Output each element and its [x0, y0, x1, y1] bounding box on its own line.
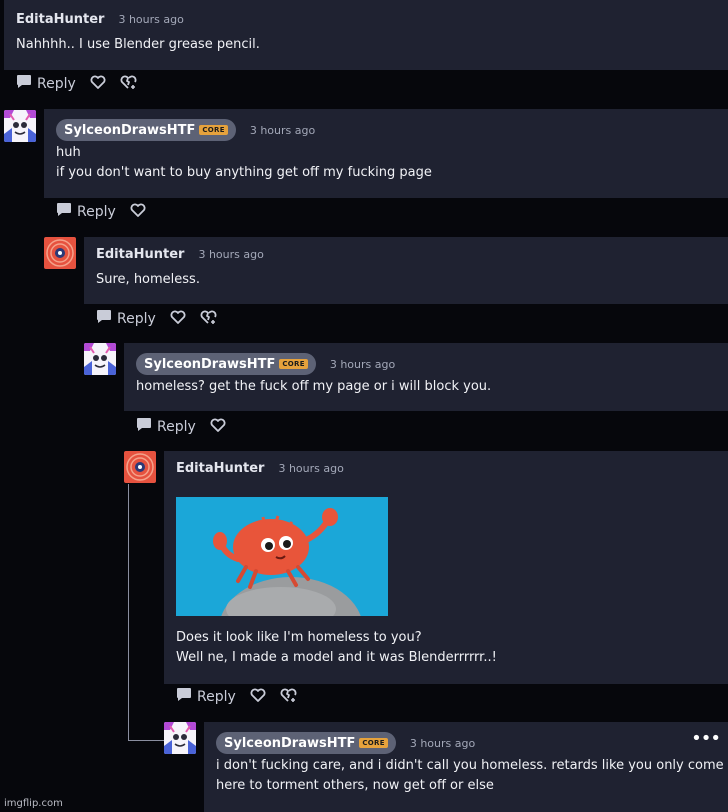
comment-card: SylceonDrawsHTF CORE 3 hours ago ••• i d… — [204, 722, 728, 812]
comment-time: 3 hours ago — [249, 123, 316, 137]
author-pill[interactable]: SylceonDrawsHTF CORE — [216, 732, 396, 754]
favourite-button[interactable] — [250, 688, 266, 706]
heart-icon — [170, 310, 186, 328]
favourite-button[interactable] — [130, 203, 146, 221]
comment-card: EditaHunter 3 hours ago Does it look lik… — [164, 451, 728, 684]
reply-label: Reply — [157, 418, 196, 435]
reply-button[interactable]: Reply — [96, 309, 156, 328]
comment-text: huh — [56, 145, 81, 160]
thread-line — [128, 740, 164, 741]
comment-actions: Reply — [56, 202, 146, 221]
heart-icon — [130, 203, 146, 221]
favourite-button[interactable] — [170, 310, 186, 328]
reply-label: Reply — [117, 310, 156, 327]
avatar[interactable] — [44, 237, 76, 269]
reply-button[interactable]: Reply — [136, 417, 196, 436]
broken-heart-icon — [200, 310, 217, 328]
comment-time: 3 hours ago — [198, 248, 264, 261]
broken-heart-button[interactable] — [280, 688, 297, 706]
broken-heart-button[interactable] — [200, 310, 217, 328]
comment-actions: Reply — [96, 309, 217, 328]
favourite-button[interactable] — [90, 75, 106, 93]
comment-card: SylceonDrawsHTF CORE 3 hours ago homeles… — [124, 343, 728, 411]
avatar[interactable] — [4, 110, 36, 142]
comment-text: here to torment others, now get off or e… — [216, 778, 494, 793]
comment-card: EditaHunter 3 hours ago Nahhhh.. I use B… — [4, 0, 728, 70]
comment-time: 3 hours ago — [278, 462, 344, 475]
core-badge: CORE — [279, 359, 308, 369]
comment-card: EditaHunter 3 hours ago Sure, homeless. — [84, 237, 728, 304]
broken-heart-icon — [120, 75, 137, 93]
more-options-button[interactable]: ••• — [691, 728, 721, 749]
avatar[interactable] — [124, 451, 156, 483]
comment-author: SylceonDrawsHTF — [64, 122, 196, 138]
speech-bubble-icon — [176, 687, 192, 706]
comment-author: SylceonDrawsHTF — [144, 356, 276, 372]
avatar[interactable] — [84, 343, 116, 375]
reply-label: Reply — [197, 688, 236, 705]
comment-time: 3 hours ago — [329, 357, 396, 371]
reply-label: Reply — [77, 203, 116, 220]
broken-heart-icon — [280, 688, 297, 706]
broken-heart-button[interactable] — [120, 75, 137, 93]
comment-actions: Reply — [176, 687, 297, 706]
heart-icon — [210, 418, 226, 436]
reply-label: Reply — [37, 75, 76, 92]
comment-text: i don't fucking care, and i didn't call … — [216, 758, 724, 773]
comment-actions: Reply — [136, 417, 226, 436]
thread-line — [128, 484, 129, 740]
heart-icon — [250, 688, 266, 706]
avatar[interactable] — [164, 722, 196, 754]
comment-text: Nahhhh.. I use Blender grease pencil. — [16, 37, 260, 52]
heart-icon — [90, 75, 106, 93]
speech-bubble-icon — [16, 74, 32, 93]
author-pill[interactable]: SylceonDrawsHTF CORE — [56, 119, 236, 141]
speech-bubble-icon — [56, 202, 72, 221]
comment-text: if you don't want to buy anything get of… — [56, 165, 432, 180]
reply-button[interactable]: Reply — [56, 202, 116, 221]
crab-3d-render-image[interactable] — [176, 497, 388, 616]
favourite-button[interactable] — [210, 418, 226, 436]
comment-author: SylceonDrawsHTF — [224, 735, 356, 751]
comment-time: 3 hours ago — [118, 13, 184, 26]
comment-time: 3 hours ago — [409, 736, 476, 750]
comment-author[interactable]: EditaHunter — [176, 461, 264, 476]
core-badge: CORE — [199, 125, 228, 135]
speech-bubble-icon — [136, 417, 152, 436]
ellipsis-icon: ••• — [691, 728, 721, 749]
comment-text: Does it look like I'm homeless to you? — [176, 630, 422, 645]
author-pill[interactable]: SylceonDrawsHTF CORE — [136, 353, 316, 375]
comment-author[interactable]: EditaHunter — [96, 247, 184, 262]
comment-text: Well ne, I made a model and it was Blend… — [176, 650, 497, 665]
comment-text: Sure, homeless. — [96, 272, 200, 287]
comment-actions: Reply — [16, 74, 137, 93]
reply-button[interactable]: Reply — [176, 687, 236, 706]
watermark: imgflip.com — [4, 798, 63, 809]
core-badge: CORE — [359, 738, 388, 748]
comment-text: homeless? get the fuck off my page or i … — [136, 379, 492, 394]
comment-card: SylceonDrawsHTF CORE 3 hours ago huh if … — [44, 109, 728, 198]
comment-author[interactable]: EditaHunter — [16, 12, 104, 27]
reply-button[interactable]: Reply — [16, 74, 76, 93]
speech-bubble-icon — [96, 309, 112, 328]
